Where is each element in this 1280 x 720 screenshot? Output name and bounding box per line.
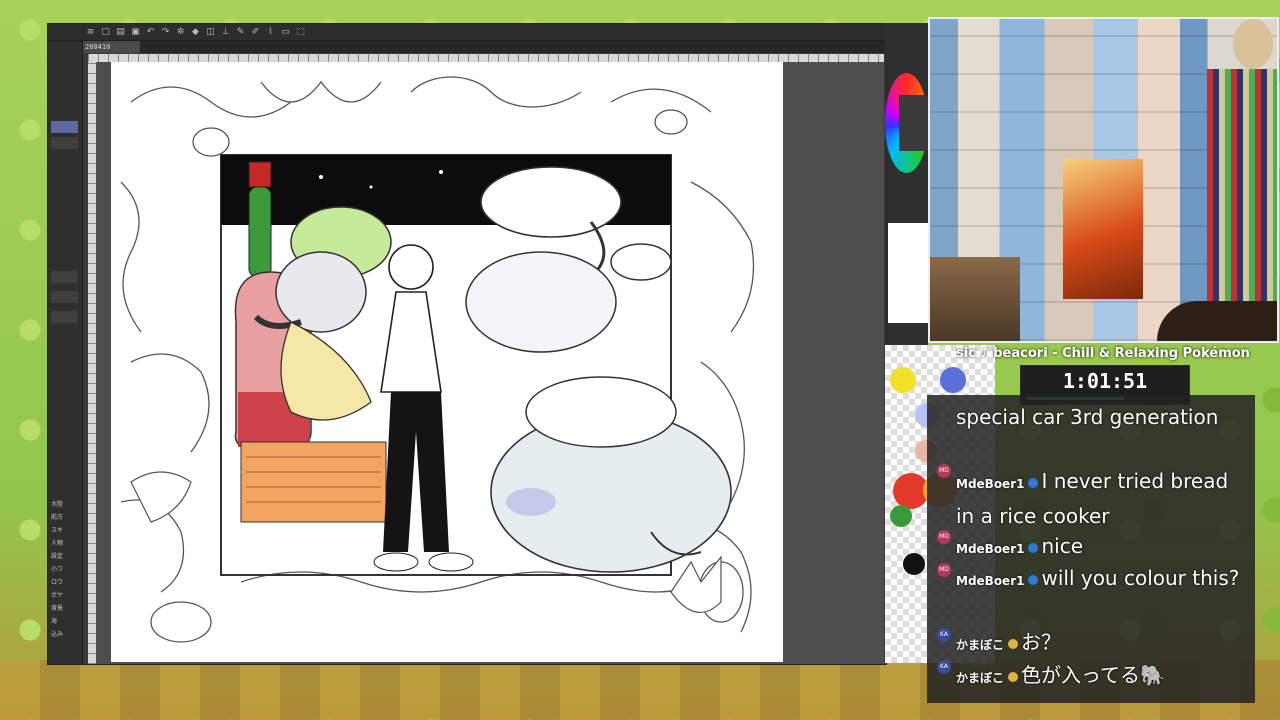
document-tab-bar: 260410 [82,41,886,53]
settings-icon[interactable]: ✲ [176,27,185,37]
drawing-canvas[interactable] [111,62,783,662]
layer-item[interactable]: スキ [51,527,63,535]
avatar: KA [937,660,951,674]
chat-message: special car 3rd generation [956,401,1251,433]
navigator-thumbnail[interactable] [888,223,928,323]
music-ticker: sic ♪ beacori - Chill & Relaxing Pokémon [956,346,1250,361]
redo-icon[interactable]: ↷ [161,27,170,37]
document-tab[interactable]: 260410 [82,41,140,53]
layer-item[interactable]: ロワ [51,579,63,587]
layer-item[interactable]: 背景 [51,605,63,613]
palette-swatch[interactable] [890,367,916,393]
toolbar: ≡ □ ▤ ▣ ↶ ↷ ✲ ◆ ◫ ⊥ ✎ ✐ ⌇ ▭ ⬚ [48,24,886,41]
webcam-feed [928,17,1279,343]
density-slider[interactable] [51,311,78,323]
bookcase [1207,69,1277,329]
save-icon[interactable]: ▣ [131,27,140,37]
chat-message: かまぼこ 色が入ってる🐘 [956,659,1251,694]
chat-username: MdeBoer1 [956,477,1025,491]
chat-message-text: お？ [1021,630,1062,654]
layer-item[interactable]: 人物 [51,540,63,548]
sub-badge-icon [1028,477,1039,488]
layer-item[interactable]: 小ワ [51,566,63,574]
avatar: MD [937,563,951,577]
layer-item[interactable]: 大陸 [51,501,63,509]
avatar: MD [937,464,951,478]
chat-message: MdeBoer1 will you colour this? [956,562,1251,597]
select-icon[interactable]: ⬚ [296,27,305,37]
avatar: KA [937,628,951,642]
brush-size-slider[interactable] [51,271,78,283]
brush-icon[interactable]: ⌇ [266,27,275,37]
transform-icon[interactable]: ◫ [206,27,215,37]
sub-badge-icon [1028,574,1039,585]
chat-username: MdeBoer1 [956,574,1025,588]
chat-message-text: 色が入ってる🐘 [1021,663,1165,687]
fill-icon[interactable]: ◆ [191,27,200,37]
layer-item[interactable]: 前方 [51,514,63,522]
sub-badge-icon [1008,671,1019,682]
chat-box: special car 3rd generation MD MdeBoer1 I … [927,395,1255,703]
chat-message-text: special car 3rd generation [956,405,1219,429]
tool-slot[interactable] [51,137,78,149]
chat-username: MdeBoer1 [956,542,1025,556]
tool-property-panel: 大陸前方スキ人物設定小ワロワポヤ背景海込み [48,41,83,664]
drawing-app-window: ≡ □ ▤ ▣ ↶ ↷ ✲ ◆ ◫ ⊥ ✎ ✐ ⌇ ▭ ⬚ 260410 大陸前… [47,23,887,665]
shelf [930,257,1020,341]
ruler-vertical [88,62,96,664]
undo-icon[interactable]: ↶ [146,27,155,37]
layer-item[interactable]: 海 [51,618,57,626]
pen-icon[interactable]: ✎ [236,27,245,37]
pencil-icon[interactable]: ✐ [251,27,260,37]
tool-selected[interactable] [51,121,78,133]
chat-message: MdeBoer1 nice [956,530,1251,565]
chat-username: かまぼこ [956,671,1005,685]
layer-item[interactable]: 設定 [51,553,63,561]
eraser-icon[interactable]: ▭ [281,27,290,37]
chat-message: かまぼこ お？ [956,626,1251,661]
avatar: MD [937,530,951,544]
palette-swatch[interactable] [890,505,912,527]
streamer [1157,301,1277,341]
open-icon[interactable]: ▤ [116,27,125,37]
timer-text: 1:01:51 [1062,369,1148,393]
color-picker-square[interactable] [899,95,928,151]
chat-message-text: nice [1041,534,1084,558]
opacity-slider[interactable] [51,291,78,303]
chat-username: かまぼこ [956,638,1005,652]
layer-item[interactable]: ポヤ [51,592,63,600]
plush-toy [1233,19,1273,69]
sketch-illustration [120,76,755,643]
layer-item[interactable]: 込み [51,631,63,639]
canvas-work-area[interactable] [96,62,884,664]
menu-icon[interactable]: ≡ [86,27,95,37]
ruler-horizontal [88,54,884,62]
ruler-icon[interactable]: ⊥ [221,27,230,37]
sub-badge-icon [1028,542,1039,553]
chat-message: MdeBoer1 I never tried bread in a rice co… [956,465,1251,532]
sub-badge-icon [1008,638,1019,649]
palette-swatch[interactable] [903,553,925,575]
new-icon[interactable]: □ [101,27,110,37]
dragon-poster [1063,159,1143,299]
chat-message-text: will you colour this? [1041,566,1240,590]
palette-swatch[interactable] [940,367,966,393]
